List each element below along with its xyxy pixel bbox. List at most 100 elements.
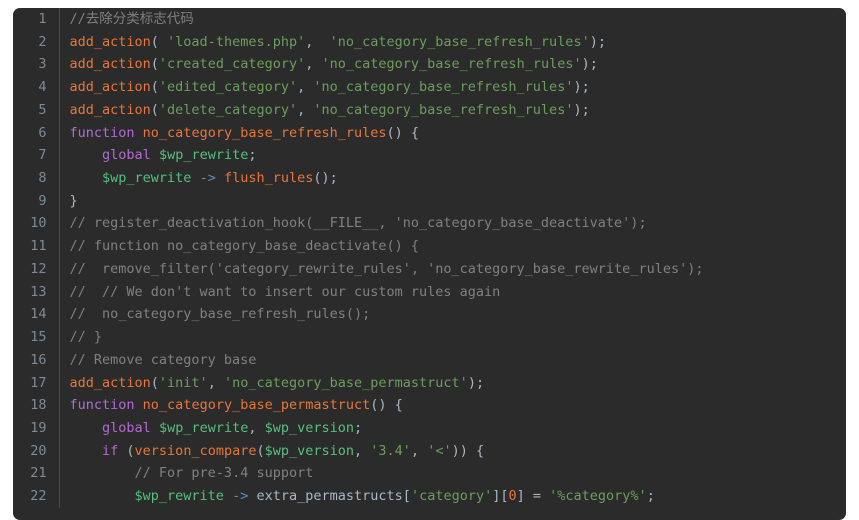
code-line: 7 global $wp_rewrite; [13,144,846,168]
code-token: 'delete_category' [158,101,298,118]
code-lines-body: 1//去除分类标志代码 2 add_action( 'load-themes.php… [13,8,846,508]
code-line-content[interactable]: //去除分类标志代码 [59,8,846,31]
code-token: ( [256,442,265,459]
code-token: global [102,147,151,164]
code-line: 22 $wp_rewrite -> extra_permastructs['ca… [13,485,846,508]
code-line: 9} [13,189,846,213]
code-line-content[interactable]: global $wp_rewrite, $wp_version; [59,417,846,440]
code-line-content[interactable]: // register_deactivation_hook(__FILE__, … [59,212,846,235]
code-line: 15 // } [13,326,846,349]
code-token: 'edited_category' [158,79,298,96]
code-line-content[interactable]: add_action('delete_category', 'no_catego… [59,99,846,122]
code-line-content[interactable]: // Remove category base [59,349,846,372]
code-token: , [297,101,314,118]
code-token: ( [150,33,168,50]
code-line-content[interactable]: // no_category_base_refresh_rules(); [59,303,846,326]
code-token: $wp_rewrite [158,419,249,436]
code-line-content[interactable]: add_action( 'load-themes.php', 'no_categ… [59,31,846,54]
code-token: function [69,124,135,141]
code-line-content[interactable]: // For pre-3.4 support [59,462,846,485]
code-token: [ [402,488,411,505]
code-token: if [102,442,119,459]
code-block[interactable]: 1//去除分类标志代码 2 add_action( 'load-themes.php… [13,8,846,520]
code-token: // remove_filter('category_rewrite_rules… [69,260,704,277]
code-line-content[interactable]: // } [59,326,846,349]
line-number: 16 [13,348,60,372]
code-token: 'no_category_base_refresh_rules' [313,101,574,118]
code-token: () { [370,397,403,414]
line-number: 9 [13,189,60,213]
code-line-content[interactable]: function no_category_base_refresh_rules(… [59,122,846,145]
code-line: 11 // function no_category_base_deactivat… [13,235,846,258]
code-line: 8 $wp_rewrite -> flush_rules(); [13,167,846,190]
code-token: $wp_rewrite [158,147,249,164]
code-token: -> [232,488,249,505]
code-token: ; [248,147,257,164]
code-line-content[interactable]: $wp_rewrite -> flush_rules(); [59,167,846,190]
code-line-content[interactable]: global $wp_rewrite; [59,144,846,167]
code-token: add_action [69,56,151,73]
line-number: 6 [13,121,60,145]
code-token: 'no_category_base_refresh_rules' [313,79,574,96]
line-number: 5 [13,98,60,122]
code-token: // Remove category base [69,351,257,368]
code-token: $wp_rewrite [102,170,192,187]
code-line-content[interactable]: if (version_compare($wp_version, '3.4', … [59,440,846,463]
code-token: 0 [508,488,517,505]
code-line-content[interactable]: // function no_category_base_deactivate(… [59,235,846,258]
code-token: $wp_version [264,442,355,459]
code-token: $wp_rewrite [134,488,224,505]
code-token: 'no_category_base_permastruct' [223,374,468,391]
code-line: 18 function no_category_base_permastruct(… [13,394,846,417]
code-token: add_action [69,79,151,96]
code-token: //去除分类标志代码 [69,11,194,27]
code-token: ); [573,79,590,96]
code-token: (); [313,170,338,187]
code-line-content[interactable]: // remove_filter('category_rewrite_rules… [59,258,846,281]
line-number: 20 [13,439,60,463]
code-token: 'init' [158,374,208,391]
code-token: add_action [69,33,151,50]
code-token: , [410,442,428,459]
code-token: // For pre-3.4 support [134,465,314,482]
code-line-content[interactable]: $wp_rewrite -> extra_permastructs['categ… [59,485,846,508]
code-line: 16 // Remove category base [13,348,846,372]
code-token: , [248,419,265,436]
code-line-content[interactable]: function no_category_base_permastruct() … [59,394,846,417]
code-line: 20 if (version_compare($wp_version, '3.4… [13,439,846,463]
code-token: flush_rules [223,170,314,187]
code-lines-table: 1//去除分类标志代码 2 add_action( 'load-themes.php… [13,8,846,508]
code-line-content[interactable]: add_action('edited_category', 'no_catego… [59,76,846,99]
code-line: 5 add_action('delete_category', 'no_categ… [13,98,846,122]
code-token: ( [150,101,159,118]
line-number: 22 [13,485,60,508]
code-token: ] = [516,488,550,505]
line-number: 1 [13,8,60,31]
code-token: )) { [451,442,485,459]
code-line-content[interactable]: add_action('created_category', 'no_categ… [59,53,846,76]
line-number: 13 [13,280,60,304]
line-number: 15 [13,326,60,349]
code-token: function [69,397,135,414]
code-line-content[interactable]: // // We don't want to insert our custom… [59,281,846,304]
code-line: 3 add_action('created_category', 'no_cate… [13,53,846,77]
code-line-content[interactable]: add_action('init', 'no_category_base_per… [59,372,846,395]
code-token: 'created_category' [158,56,306,73]
code-token: version_compare [134,442,257,459]
line-number: 4 [13,76,60,99]
line-number: 12 [13,257,60,281]
code-line-content[interactable]: } [59,190,846,213]
line-number: 10 [13,212,60,236]
code-token: '<' [427,442,452,459]
code-token: ); [589,33,606,50]
